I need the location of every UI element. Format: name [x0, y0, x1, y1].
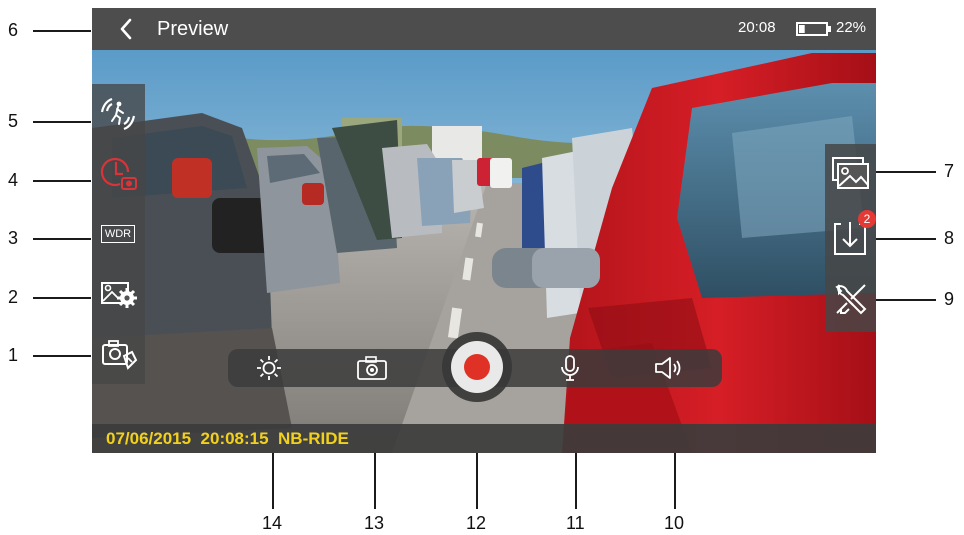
download-badge: 2 — [858, 210, 876, 228]
callout-12: 12 — [466, 513, 487, 533]
battery-icon — [796, 22, 832, 36]
camera-mode-icon[interactable] — [96, 332, 140, 376]
callout-1: 1 — [8, 345, 19, 365]
gallery-icon[interactable] — [829, 150, 873, 198]
callout-line-3 — [33, 238, 91, 240]
settings-tools-icon[interactable] — [829, 276, 873, 322]
image-settings-icon[interactable] — [96, 272, 140, 316]
snapshot-camera-icon[interactable] — [355, 353, 389, 383]
callout-line-6 — [33, 30, 91, 32]
timestamp-bar: 07/06/2015 20:08:15 NB-RIDE — [92, 424, 876, 453]
battery-percent: 22% — [836, 19, 867, 36]
speaker-icon[interactable] — [652, 353, 686, 383]
top-bar: Preview 20:08 22% — [92, 8, 876, 50]
callout-line-1 — [33, 355, 91, 357]
callout-8: 8 — [944, 228, 955, 248]
callout-10: 10 — [664, 513, 685, 533]
callout-line-4 — [33, 180, 91, 182]
record-button[interactable] — [451, 341, 503, 393]
left-icon-panel: WDR — [92, 84, 145, 384]
motion-detection-icon[interactable] — [96, 92, 140, 136]
right-icon-panel: 2 — [825, 144, 876, 332]
callout-line-8 — [876, 238, 936, 240]
callout-14: 14 — [262, 513, 283, 533]
callout-9: 9 — [944, 289, 955, 309]
record-dot-icon — [464, 354, 490, 380]
wdr-label: WDR — [100, 225, 136, 243]
callout-6: 6 — [8, 20, 19, 40]
callout-13: 13 — [364, 513, 385, 533]
microphone-icon[interactable] — [555, 353, 585, 383]
callout-7: 7 — [944, 161, 955, 181]
dashcam-screen: Preview 20:08 22% WDR 2 07/06/2015 20:08… — [92, 8, 876, 453]
clock-time: 20:08 — [738, 19, 776, 36]
timestamp-overlay: 07/06/2015 20:08:15 NB-RIDE — [106, 429, 349, 448]
brightness-icon[interactable] — [254, 353, 284, 383]
callout-2: 2 — [8, 287, 19, 307]
download-icon[interactable]: 2 — [829, 210, 876, 262]
callout-line-2 — [33, 297, 91, 299]
callout-line-9 — [876, 299, 936, 301]
time-lapse-icon[interactable] — [96, 152, 140, 196]
callout-11: 11 — [566, 513, 585, 533]
callout-line-7 — [876, 171, 936, 173]
callout-3: 3 — [8, 228, 19, 248]
page-title: Preview — [157, 18, 229, 40]
chevron-left-icon[interactable] — [114, 17, 138, 41]
wdr-icon[interactable]: WDR — [96, 212, 140, 256]
callout-line-5 — [33, 121, 91, 123]
callout-5: 5 — [8, 111, 19, 131]
callout-4: 4 — [8, 170, 19, 190]
